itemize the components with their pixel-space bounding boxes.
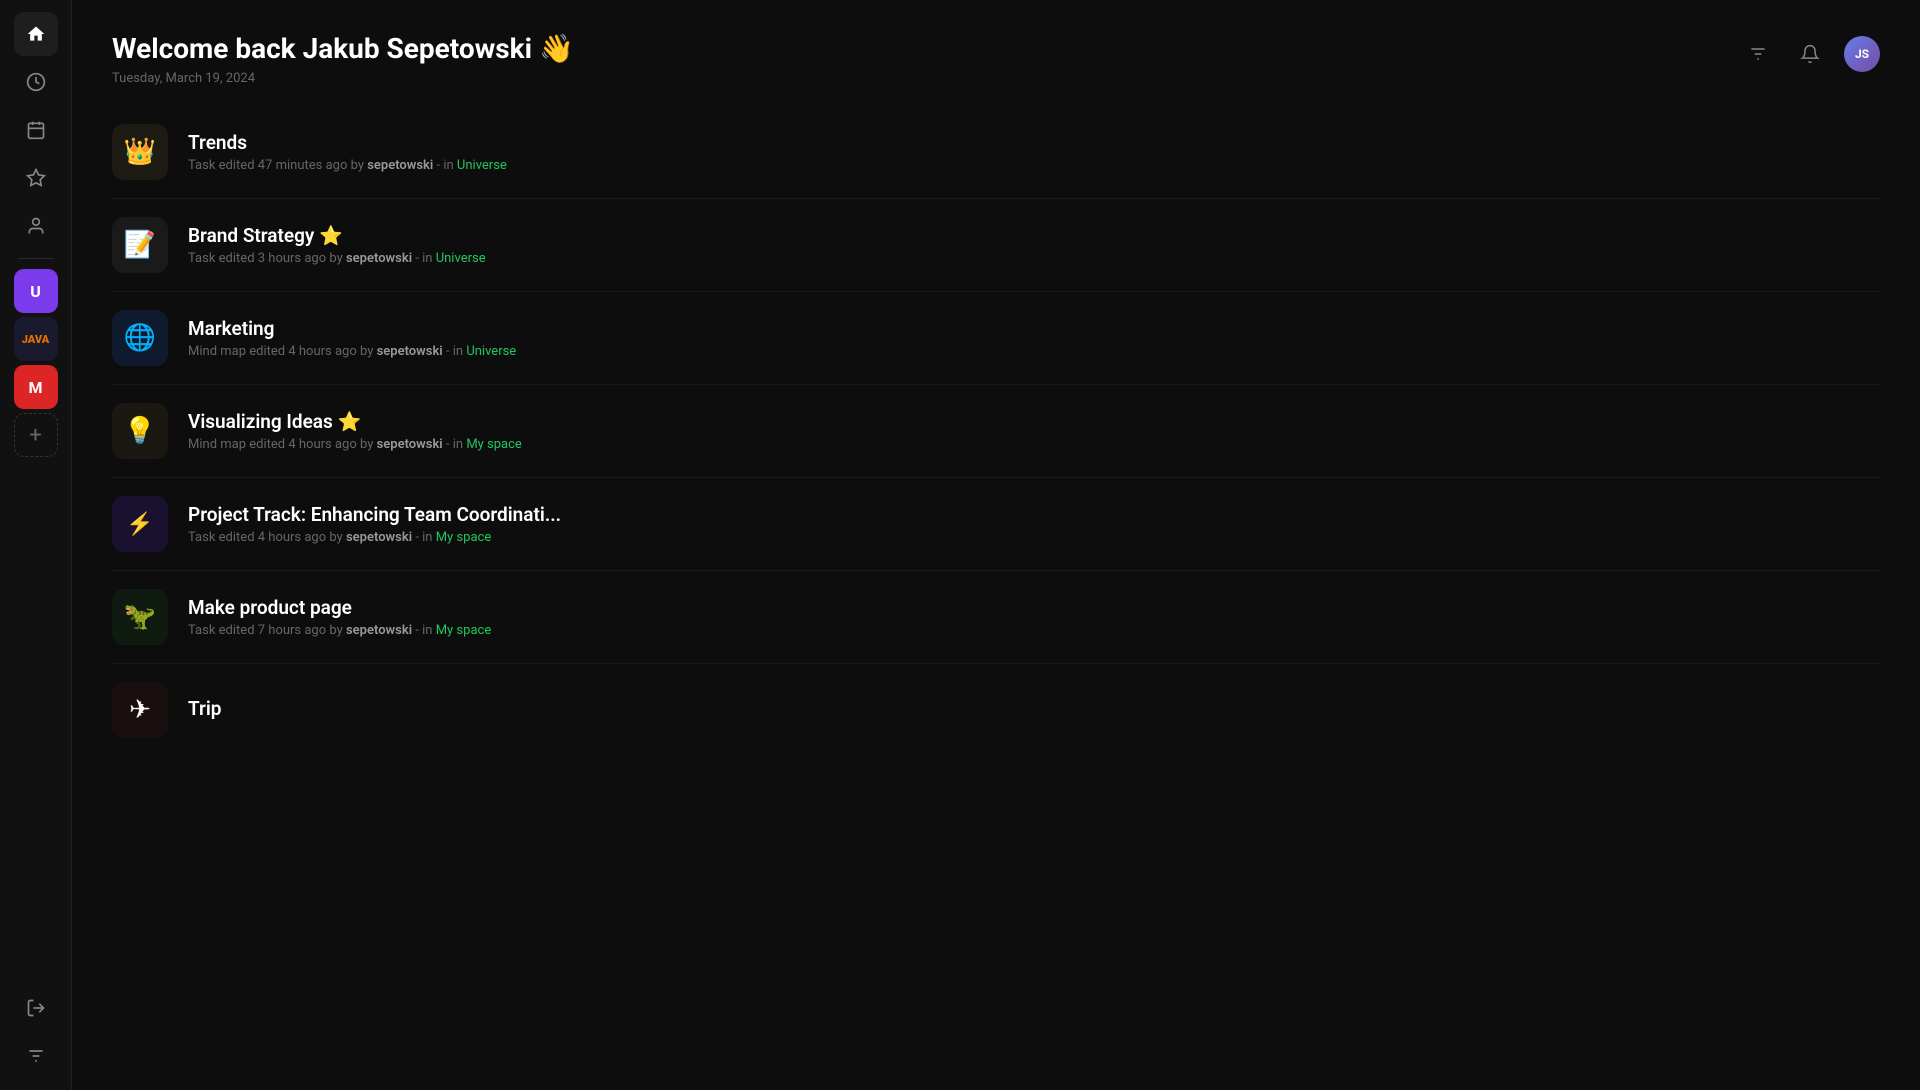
item-meta-marketing: Mind map edited 4 hours ago by sepetowsk… (188, 344, 1880, 359)
item-author-trends: sepetowski (367, 158, 433, 173)
header-left: Welcome back Jakub Sepetowski 👋 Tuesday,… (112, 32, 574, 86)
item-meta-project-track: Task edited 4 hours ago by sepetowski - … (188, 530, 1880, 545)
item-time-project-track: 4 hours ago (258, 530, 326, 545)
item-info-project-track: Project Track: Enhancing Team Coordinati… (188, 503, 1880, 545)
sidebar-item-user[interactable] (14, 204, 58, 248)
user-avatar[interactable]: JS (1844, 36, 1880, 72)
sidebar-bottom (14, 986, 58, 1078)
item-space-trends[interactable]: Universe (457, 158, 507, 173)
item-icon-visualizing: 💡 (112, 403, 168, 459)
page-date: Tuesday, March 19, 2024 (112, 71, 574, 86)
item-time-make-product: 7 hours ago (258, 623, 326, 638)
sidebar-item-home[interactable] (14, 12, 58, 56)
avatar-initials: JS (1855, 47, 1869, 61)
item-meta-make-product: Task edited 7 hours ago by sepetowski - … (188, 623, 1880, 638)
item-type-visualizing: Mind map (188, 437, 246, 452)
sidebar-item-logout[interactable] (14, 986, 58, 1030)
item-title-marketing: Marketing (188, 317, 1880, 340)
item-author-make-product: sepetowski (346, 623, 412, 638)
list-item[interactable]: ⚡ Project Track: Enhancing Team Coordina… (112, 478, 1880, 571)
sidebar-workspace-java[interactable]: JAVA (14, 317, 58, 361)
item-info-visualizing: Visualizing Ideas ⭐ Mind map edited 4 ho… (188, 410, 1880, 452)
sidebar: U JAVA M + (0, 0, 72, 1090)
sidebar-workspace-u[interactable]: U (14, 269, 58, 313)
item-time-visualizing: 4 hours ago (288, 437, 356, 452)
item-title-brand-strategy: Brand Strategy ⭐ (188, 224, 1880, 247)
sidebar-item-filter-settings[interactable] (14, 1034, 58, 1078)
main-content: Welcome back Jakub Sepetowski 👋 Tuesday,… (72, 0, 1920, 1090)
workspace-u-label: U (30, 282, 41, 301)
item-space-brand-strategy[interactable]: Universe (436, 251, 486, 266)
list-item[interactable]: 🌐 Marketing Mind map edited 4 hours ago … (112, 292, 1880, 385)
sidebar-divider-1 (18, 258, 54, 259)
item-author-brand-strategy: sepetowski (346, 251, 412, 266)
workspace-java-label: JAVA (22, 334, 50, 345)
sidebar-item-star[interactable] (14, 156, 58, 200)
recent-items-list: 👑 Trends Task edited 47 minutes ago by s… (72, 106, 1920, 1090)
item-info-trends: Trends Task edited 47 minutes ago by sep… (188, 131, 1880, 173)
item-time-brand-strategy: 3 hours ago (258, 251, 326, 266)
item-space-marketing[interactable]: Universe (466, 344, 516, 359)
item-type-marketing: Mind map (188, 344, 246, 359)
item-author-project-track: sepetowski (346, 530, 412, 545)
header-actions: JS (1740, 36, 1880, 72)
sidebar-item-clock[interactable] (14, 60, 58, 104)
item-info-make-product: Make product page Task edited 7 hours ag… (188, 596, 1880, 638)
item-icon-project-track: ⚡ (112, 496, 168, 552)
item-time-trends: 47 minutes ago (258, 158, 348, 173)
item-icon-trip: ✈ (112, 682, 168, 738)
item-space-visualizing[interactable]: My space (466, 437, 522, 452)
item-type-trends: Task (188, 158, 215, 173)
item-type-project-track: Task (188, 530, 215, 545)
item-icon-marketing: 🌐 (112, 310, 168, 366)
item-meta-trends: Task edited 47 minutes ago by sepetowski… (188, 158, 1880, 173)
notification-bell-btn[interactable] (1792, 36, 1828, 72)
item-type-make-product: Task (188, 623, 215, 638)
item-icon-trends: 👑 (112, 124, 168, 180)
list-item[interactable]: 📝 Brand Strategy ⭐ Task edited 3 hours a… (112, 199, 1880, 292)
workspace-m-label: M (28, 378, 42, 397)
item-meta-visualizing: Mind map edited 4 hours ago by sepetowsk… (188, 437, 1880, 452)
item-title-trends: Trends (188, 131, 1880, 154)
item-author-visualizing: sepetowski (377, 437, 443, 452)
item-space-project-track[interactable]: My space (436, 530, 492, 545)
item-info-marketing: Marketing Mind map edited 4 hours ago by… (188, 317, 1880, 359)
list-item[interactable]: 👑 Trends Task edited 47 minutes ago by s… (112, 106, 1880, 199)
item-title-trip: Trip (188, 697, 1880, 720)
item-title-visualizing: Visualizing Ideas ⭐ (188, 410, 1880, 433)
sidebar-add-workspace[interactable]: + (14, 413, 58, 457)
item-info-trip: Trip (188, 697, 1880, 724)
sidebar-item-calendar[interactable] (14, 108, 58, 152)
item-info-brand-strategy: Brand Strategy ⭐ Task edited 3 hours ago… (188, 224, 1880, 266)
page-title: Welcome back Jakub Sepetowski 👋 (112, 32, 574, 65)
list-item[interactable]: 💡 Visualizing Ideas ⭐ Mind map edited 4 … (112, 385, 1880, 478)
item-author-marketing: sepetowski (377, 344, 443, 359)
item-icon-make-product: 🦖 (112, 589, 168, 645)
item-type-brand-strategy: Task (188, 251, 215, 266)
item-meta-brand-strategy: Task edited 3 hours ago by sepetowski - … (188, 251, 1880, 266)
page-header: Welcome back Jakub Sepetowski 👋 Tuesday,… (72, 0, 1920, 106)
list-item[interactable]: ✈ Trip (112, 664, 1880, 756)
item-time-marketing: 4 hours ago (288, 344, 356, 359)
settings-icon-btn[interactable] (1740, 36, 1776, 72)
item-icon-brand-strategy: 📝 (112, 217, 168, 273)
item-title-make-product: Make product page (188, 596, 1880, 619)
list-item[interactable]: 🦖 Make product page Task edited 7 hours … (112, 571, 1880, 664)
item-title-project-track: Project Track: Enhancing Team Coordinati… (188, 503, 1880, 526)
item-space-make-product[interactable]: My space (436, 623, 492, 638)
sidebar-workspace-m[interactable]: M (14, 365, 58, 409)
